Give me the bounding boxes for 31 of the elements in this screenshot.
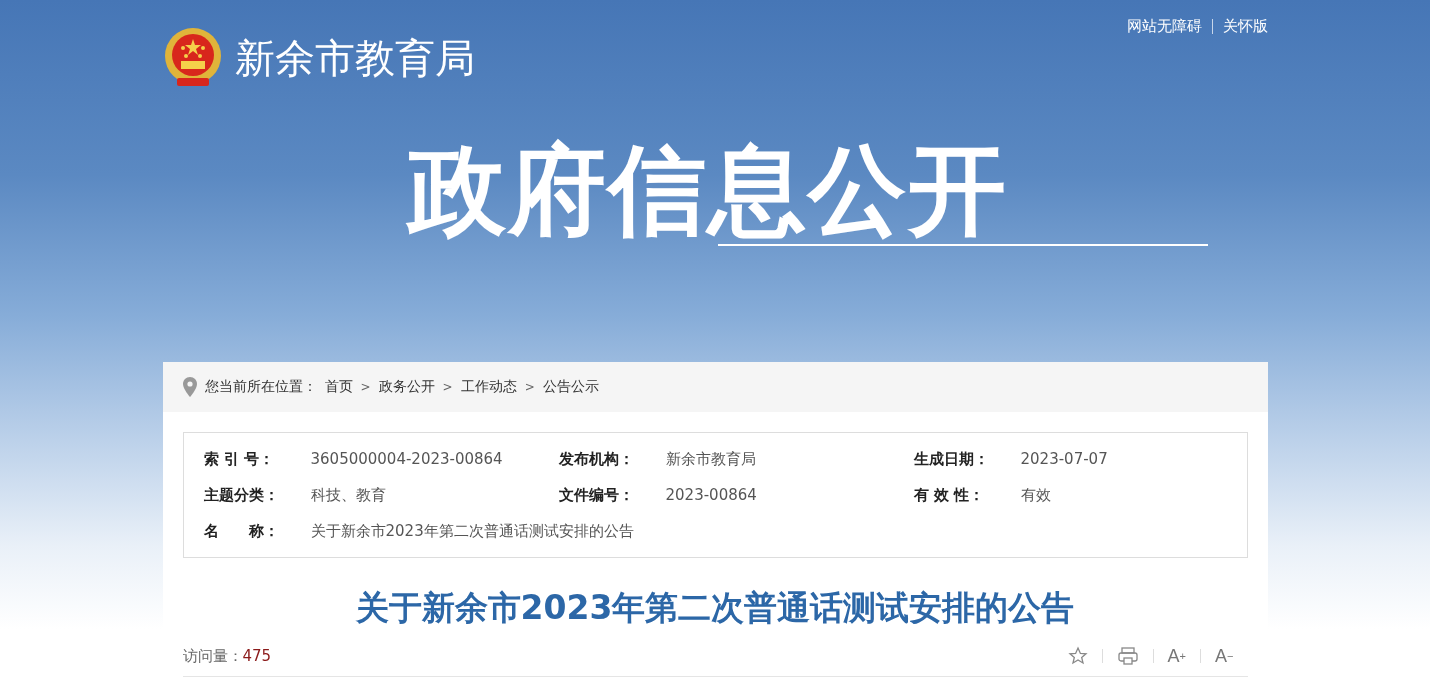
info-label: 索 引 号： bbox=[203, 449, 275, 470]
breadcrumb-label: 您当前所在位置： bbox=[204, 378, 317, 396]
info-value: 3605000004-2023-00864 bbox=[310, 449, 504, 470]
info-value: 新余市教育局 bbox=[665, 449, 757, 470]
info-label: 生成日期： bbox=[913, 449, 990, 470]
star-icon bbox=[1067, 646, 1088, 666]
article-title: 关于新余市2023年第二次普通话测试安排的公告 bbox=[354, 587, 1076, 629]
site-title: 新余市教育局 bbox=[234, 33, 475, 83]
top-link[interactable]: 关怀版 bbox=[1222, 16, 1268, 36]
info-label: 主题分类： bbox=[203, 485, 280, 506]
breadcrumb-link[interactable]: 首页 bbox=[324, 378, 353, 396]
breadcrumb-separator: > bbox=[360, 380, 371, 394]
breadcrumb-separator: > bbox=[442, 380, 453, 394]
info-value: 关于新余市2023年第二次普通话测试安排的公告 bbox=[310, 521, 635, 542]
info-value: 科技、教育 bbox=[310, 485, 387, 506]
printer-icon bbox=[1116, 646, 1139, 666]
top-link[interactable]: 网站无障碍 bbox=[1126, 16, 1202, 36]
info-value: 2023-00864 bbox=[665, 485, 758, 506]
info-label: 名 称： bbox=[203, 521, 280, 542]
info-label: 发布机构： bbox=[558, 449, 635, 470]
location-pin-icon bbox=[182, 377, 197, 397]
breadcrumb-separator: > bbox=[524, 380, 535, 394]
info-label: 有 效 性： bbox=[913, 485, 985, 506]
breadcrumb-link[interactable]: 工作动态 bbox=[460, 378, 517, 396]
breadcrumb-link[interactable]: 公告公示 bbox=[542, 378, 599, 396]
info-value: 有效 bbox=[1020, 485, 1052, 506]
info-label: 文件编号： bbox=[558, 485, 635, 506]
info-value: 2023-07-07 bbox=[1020, 449, 1109, 470]
visit-count: 访问量：475 bbox=[182, 646, 272, 666]
breadcrumb-link[interactable]: 政务公开 bbox=[378, 378, 435, 396]
banner-title: 政府信息公开 bbox=[407, 132, 1008, 249]
